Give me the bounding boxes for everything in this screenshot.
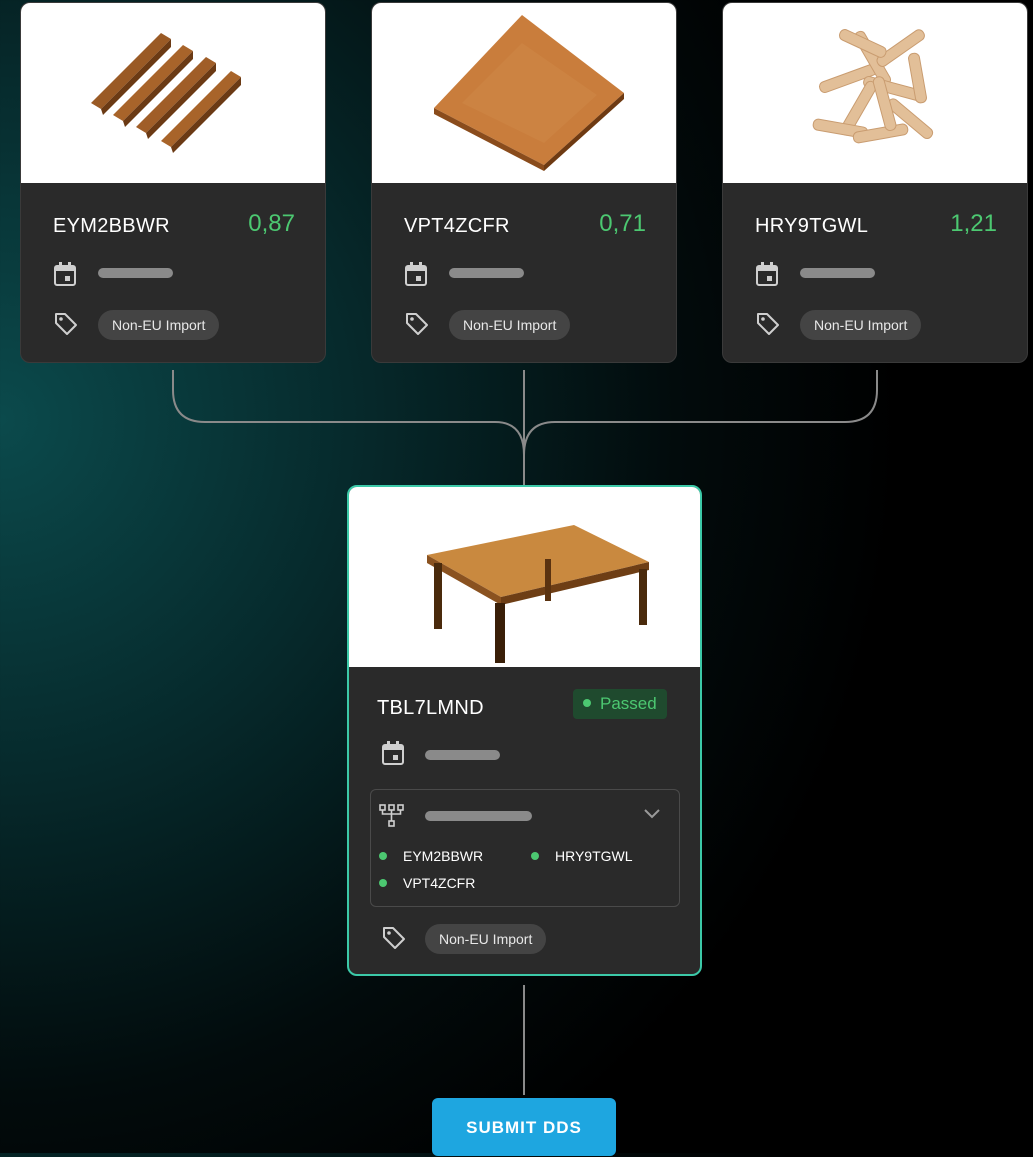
status-dot-icon	[583, 698, 591, 707]
source-item: EYM2BBWR	[379, 848, 483, 864]
submit-dds-button[interactable]: SUBMIT DDS	[432, 1098, 616, 1156]
calendar-icon	[382, 741, 404, 765]
product-image-wooden-table	[349, 487, 700, 667]
component-code: HRY9TGWL	[755, 215, 869, 237]
hierarchy-icon	[379, 804, 404, 827]
origin-tag: Non-EU Import	[800, 310, 922, 340]
date-placeholder	[449, 268, 524, 278]
origin-tag: Non-EU Import	[98, 310, 220, 340]
tag-icon	[757, 313, 779, 335]
origin-tag: Non-EU Import	[449, 310, 571, 340]
source-summary-placeholder	[425, 811, 532, 821]
component-code: EYM2BBWR	[53, 215, 170, 237]
source-item: HRY9TGWL	[531, 848, 633, 864]
component-card-eym2bbwr[interactable]: EYM2BBWR 0,87 Non-EU Import	[20, 2, 326, 363]
source-code: EYM2BBWR	[403, 848, 484, 864]
component-score: 0,71	[599, 210, 646, 237]
status-dot-icon	[379, 879, 387, 888]
component-card-vpt4zcfr[interactable]: VPT4ZCFR 0,71 Non-EU Import	[371, 2, 677, 363]
calendar-icon	[756, 262, 778, 286]
tag-icon	[55, 313, 77, 335]
date-placeholder	[800, 268, 875, 278]
tag-icon	[383, 927, 405, 949]
calendar-icon	[54, 262, 76, 286]
status-label: Passed	[600, 694, 657, 713]
status-dot-icon	[379, 852, 387, 861]
component-score: 1,21	[950, 210, 997, 237]
component-image-wooden-dowels	[723, 3, 1027, 183]
source-components-panel[interactable]: EYM2BBWR HRY9TGWL VPT4ZCFR	[370, 789, 680, 907]
source-code: VPT4ZCFR	[403, 875, 476, 891]
date-placeholder	[98, 268, 173, 278]
product-card-tbl7lmnd[interactable]: TBL7LMND Passed EYM2BBWR HRY9TGWL VPT4ZC…	[347, 485, 702, 976]
component-image-wooden-beams	[21, 3, 325, 183]
date-placeholder	[425, 750, 500, 760]
product-code: TBL7LMND	[377, 697, 484, 719]
component-image-wooden-tabletop	[372, 3, 676, 183]
component-card-hry9tgwl[interactable]: HRY9TGWL 1,21 Non-EU Import	[722, 2, 1028, 363]
chevron-down-icon[interactable]	[643, 808, 661, 820]
status-badge: Passed	[573, 689, 667, 719]
status-dot-icon	[531, 852, 539, 861]
calendar-icon	[405, 262, 427, 286]
component-code: VPT4ZCFR	[404, 215, 510, 237]
source-code: HRY9TGWL	[555, 848, 633, 864]
origin-tag: Non-EU Import	[425, 924, 547, 954]
source-item: VPT4ZCFR	[379, 875, 475, 891]
tag-icon	[406, 313, 428, 335]
component-score: 0,87	[248, 210, 295, 237]
